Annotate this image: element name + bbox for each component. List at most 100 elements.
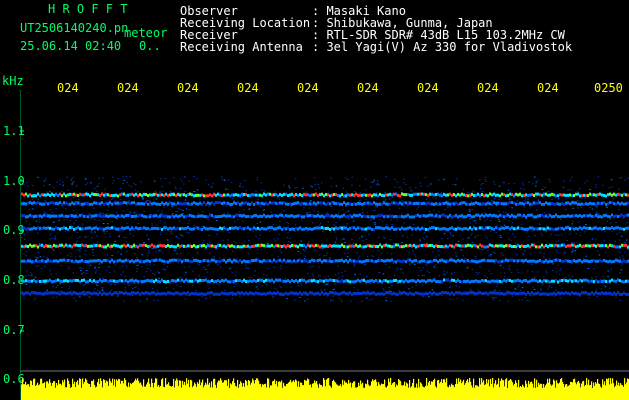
noise-speck: [602, 276, 604, 278]
signal-cell: [165, 201, 167, 205]
noise-speck: [219, 266, 222, 268]
file-name: UT2506140240.pn: [20, 21, 129, 35]
noise-speck: [247, 253, 250, 255]
signal-cell: [325, 227, 327, 230]
noise-speck: [280, 287, 283, 289]
noise-speck: [305, 231, 308, 233]
signal-cell: [79, 192, 81, 196]
noise-speck: [320, 182, 323, 184]
noise-speck: [108, 266, 111, 268]
noise-speck: [79, 250, 81, 252]
noise-speck: [462, 255, 465, 257]
signal-cell: [299, 278, 301, 282]
noise-speck: [52, 186, 54, 188]
noise-speck: [318, 224, 321, 226]
noise-speck: [239, 295, 241, 297]
noise-speck: [181, 180, 183, 182]
signal-cell: [397, 243, 399, 247]
noise-speck: [273, 266, 275, 268]
signal-cell: [393, 227, 395, 231]
noise-speck: [184, 274, 187, 276]
noise-speck: [484, 275, 486, 277]
signal-cell: [131, 226, 133, 230]
signal-cell: [609, 292, 611, 296]
noise-speck: [422, 237, 424, 239]
signal-cell: [139, 279, 141, 283]
noise-speck: [111, 255, 113, 257]
signal-cell: [75, 214, 77, 218]
signal-cell: [571, 279, 573, 283]
signal-cell: [263, 227, 265, 231]
noise-speck: [134, 283, 136, 284]
noise-speck: [245, 267, 247, 269]
signal-cell: [293, 227, 295, 231]
noise-speck: [466, 290, 469, 292]
signal-cell: [509, 227, 511, 231]
signal-cell: [477, 213, 479, 217]
signal-cell: [31, 214, 33, 218]
noise-speck: [433, 210, 435, 212]
signal-cell: [359, 202, 361, 205]
signal-cell: [191, 227, 193, 231]
noise-speck: [145, 271, 148, 273]
signal-cell: [607, 202, 609, 206]
noise-speck: [421, 284, 424, 286]
y-axis-unit-label: kHz: [2, 74, 24, 88]
noise-speck: [245, 190, 248, 192]
noise-speck: [430, 183, 432, 185]
noise-speck: [371, 298, 373, 300]
noise-speck: [313, 205, 315, 207]
noise-speck: [351, 184, 353, 186]
signal-cell: [373, 291, 375, 295]
signal-cell: [265, 215, 267, 219]
noise-speck: [534, 176, 536, 178]
noise-speck: [531, 230, 534, 232]
signal-cell: [265, 193, 267, 197]
noise-speck: [610, 268, 612, 270]
signal-cell: [179, 227, 181, 231]
noise-speck: [595, 212, 598, 214]
signal-cell: [239, 291, 241, 295]
signal-cell: [141, 243, 143, 247]
noise-speck: [604, 252, 607, 254]
signal-cell: [435, 244, 437, 248]
noise-speck: [297, 251, 300, 252]
noise-speck: [455, 252, 457, 254]
signal-cell: [341, 258, 343, 262]
signal-cell: [305, 259, 307, 263]
noise-speck: [129, 233, 131, 235]
noise-speck: [332, 299, 334, 301]
noise-speck: [70, 252, 72, 254]
noise-speck: [398, 186, 400, 188]
signal-cell: [431, 260, 433, 264]
signal-cell: [339, 215, 341, 219]
signal-cell: [219, 215, 221, 218]
noise-speck: [172, 288, 175, 290]
noise-speck: [152, 273, 154, 274]
noise-speck: [68, 285, 71, 287]
signal-cell: [571, 243, 573, 247]
signal-cell: [61, 202, 63, 206]
signal-cell: [135, 259, 137, 263]
signal-cell: [167, 215, 169, 219]
signal-cell: [613, 192, 615, 196]
signal-cell: [489, 291, 491, 295]
signal-cell: [91, 259, 93, 263]
noise-speck: [450, 233, 452, 235]
signal-cell: [167, 280, 169, 283]
signal-cell: [239, 279, 241, 282]
noise-speck: [588, 297, 591, 299]
signal-cell: [451, 244, 453, 248]
noise-speck: [344, 270, 346, 272]
signal-cell: [179, 258, 181, 262]
signal-cell: [333, 227, 335, 231]
signal-cell: [377, 194, 379, 198]
noise-speck: [452, 183, 454, 185]
signal-cell: [435, 292, 437, 296]
noise-speck: [361, 236, 363, 238]
signal-cell: [401, 192, 403, 196]
signal-cell: [327, 292, 329, 296]
signal-cell: [581, 245, 583, 248]
signal-cell: [293, 259, 295, 263]
signal-cell: [401, 226, 403, 230]
